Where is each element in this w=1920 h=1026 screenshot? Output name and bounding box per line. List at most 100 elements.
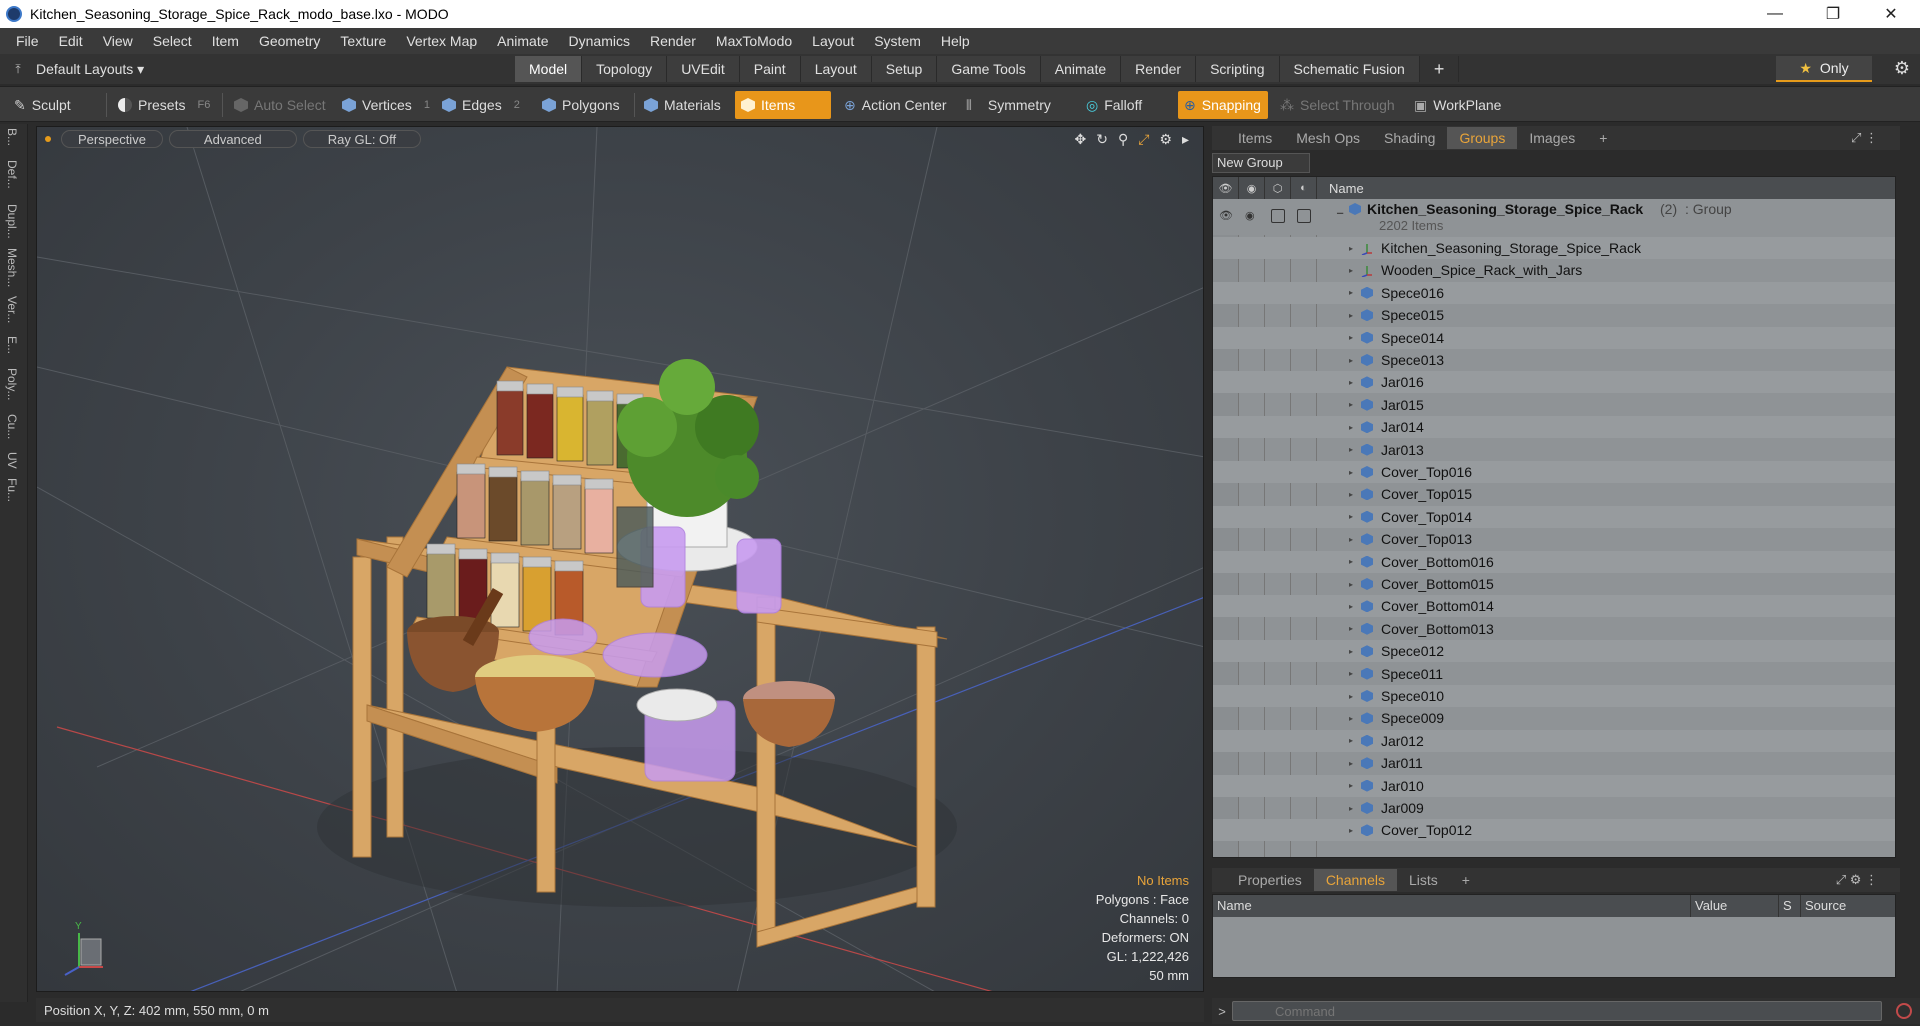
- menu-system[interactable]: System: [864, 33, 931, 49]
- list-item[interactable]: ▸ Jar016: [1213, 371, 1895, 394]
- symmetry-button[interactable]: ⫴ Symmetry: [960, 91, 1057, 119]
- menu-view[interactable]: View: [93, 33, 143, 49]
- command-input[interactable]: [1232, 1001, 1882, 1021]
- shading-dropdown[interactable]: Advanced: [168, 130, 297, 148]
- collapse-arrow-icon[interactable]: ▁: [1337, 205, 1343, 214]
- left-tab-4[interactable]: Ver...: [5, 296, 19, 323]
- list-item[interactable]: ▸ Cover_Bottom015: [1213, 573, 1895, 595]
- materials-button[interactable]: Materials: [638, 91, 727, 119]
- expand-arrow-icon[interactable]: ▸: [1349, 445, 1353, 454]
- menu-render[interactable]: Render: [640, 33, 706, 49]
- fit-view-icon[interactable]: ⤢: [1138, 131, 1149, 148]
- close-button[interactable]: ✕: [1862, 0, 1920, 28]
- expand-panel-icon[interactable]: ⤢ ⋮: [1839, 127, 1890, 149]
- add-lower-tab-button[interactable]: +: [1450, 869, 1482, 891]
- add-panel-tab-button[interactable]: +: [1587, 127, 1619, 149]
- visibility-col-icon[interactable]: 👁: [1213, 177, 1239, 199]
- expand-arrow-icon[interactable]: ▸: [1349, 826, 1353, 835]
- expand-arrow-icon[interactable]: ▸: [1349, 400, 1353, 409]
- list-item[interactable]: ▸ Cover_Bottom016: [1213, 550, 1895, 573]
- layout-tab-schematic-fusion[interactable]: Schematic Fusion: [1279, 56, 1420, 82]
- panel-tab-mesh-ops[interactable]: Mesh Ops: [1284, 127, 1372, 149]
- channel-col-value[interactable]: Value: [1691, 895, 1779, 917]
- expand-arrow-icon[interactable]: ▸: [1349, 580, 1353, 589]
- snapping-button[interactable]: ⊕ Snapping: [1178, 91, 1268, 119]
- layout-tab-scripting[interactable]: Scripting: [1196, 56, 1280, 82]
- list-item[interactable]: ▸ Spece009: [1213, 707, 1895, 729]
- list-item[interactable]: ▸ Spece011: [1213, 663, 1895, 685]
- channel-col-source[interactable]: Source: [1801, 895, 1895, 917]
- vertices-button[interactable]: Vertices 1: [336, 91, 436, 119]
- channel-col-s[interactable]: S: [1779, 895, 1801, 917]
- list-item[interactable]: ▸ Cover_Top012: [1213, 819, 1895, 842]
- list-item[interactable]: ▸ Jar012: [1213, 729, 1895, 752]
- rotate-view-icon[interactable]: ↻: [1096, 131, 1108, 148]
- only-toggle[interactable]: ★ Only: [1776, 56, 1872, 82]
- name-column-header[interactable]: Name: [1317, 181, 1364, 196]
- falloff-button[interactable]: ◎ Falloff: [1080, 91, 1148, 119]
- expand-arrow-icon[interactable]: ▸: [1349, 624, 1353, 633]
- list-item[interactable]: ▸ Cover_Top015: [1213, 483, 1895, 505]
- layout-tab-layout[interactable]: Layout: [800, 56, 872, 82]
- left-tab-7[interactable]: Cu...: [5, 414, 19, 439]
- auto-select-button[interactable]: Auto Select: [228, 91, 332, 119]
- layout-tab-paint[interactable]: Paint: [739, 56, 801, 82]
- record-icon[interactable]: [1896, 1003, 1912, 1019]
- list-item[interactable]: ▸ Spece013: [1213, 349, 1895, 371]
- gear-icon[interactable]: ⚙: [1894, 58, 1910, 79]
- group-visibility-icon[interactable]: 👁: [1219, 209, 1233, 222]
- expand-arrow-icon[interactable]: ▸: [1349, 781, 1353, 790]
- list-item[interactable]: ▸ Jar014: [1213, 416, 1895, 439]
- left-tab-3[interactable]: Mesh...: [5, 248, 19, 287]
- viewport-gear-icon[interactable]: ⚙: [1159, 131, 1172, 148]
- expand-arrow-icon[interactable]: ▸: [1349, 692, 1353, 701]
- layout-tab-model[interactable]: Model: [515, 56, 583, 82]
- menu-edit[interactable]: Edit: [49, 33, 93, 49]
- workplane-button[interactable]: ▣ WorkPlane: [1408, 91, 1507, 119]
- left-tab-6[interactable]: Poly...: [5, 368, 19, 400]
- channel-col-name[interactable]: Name: [1213, 895, 1691, 917]
- list-item[interactable]: ▸ Spece012: [1213, 640, 1895, 663]
- panel-tab-shading[interactable]: Shading: [1372, 127, 1447, 149]
- expand-arrow-icon[interactable]: ▸: [1349, 602, 1353, 611]
- list-item[interactable]: ▸ Cover_Bottom014: [1213, 595, 1895, 618]
- list-item[interactable]: ▸ Jar009: [1213, 797, 1895, 819]
- expand-arrow-icon[interactable]: ▸: [1349, 557, 1353, 566]
- menu-animate[interactable]: Animate: [487, 33, 558, 49]
- panel-tab-items[interactable]: Items: [1226, 127, 1284, 149]
- select-through-button[interactable]: ⁂ Select Through: [1274, 91, 1401, 119]
- list-item[interactable]: ▸ Cover_Top014: [1213, 505, 1895, 528]
- list-item[interactable]: ▸ Kitchen_Seasoning_Storage_Spice_Rack: [1213, 237, 1895, 259]
- layout-tab-topology[interactable]: Topology: [582, 56, 668, 82]
- left-tab-2[interactable]: Dupl...: [5, 204, 19, 239]
- layout-tab-setup[interactable]: Setup: [871, 56, 938, 82]
- expand-arrow-icon[interactable]: ▸: [1349, 759, 1353, 768]
- expand-arrow-icon[interactable]: ▸: [1349, 288, 1353, 297]
- action-center-button[interactable]: ⊕ Action Center: [838, 91, 953, 119]
- select-col-icon[interactable]: ◐: [1291, 177, 1317, 199]
- list-item[interactable]: ▸ Jar010: [1213, 774, 1895, 797]
- zoom-view-icon[interactable]: ⚲: [1118, 131, 1128, 148]
- layout-tab-game-tools[interactable]: Game Tools: [937, 56, 1041, 82]
- panel-tab-images[interactable]: Images: [1517, 127, 1587, 149]
- lower-expand-icon[interactable]: ⤢ ⚙ ⋮: [1824, 869, 1890, 891]
- list-item[interactable]: ▸ Wooden_Spice_Rack_with_Jars: [1213, 259, 1895, 281]
- expand-arrow-icon[interactable]: ▸: [1349, 535, 1353, 544]
- left-tab-0[interactable]: B...: [5, 128, 19, 146]
- polygons-button[interactable]: Polygons: [536, 91, 626, 119]
- expand-arrow-icon[interactable]: ▸: [1349, 669, 1353, 678]
- add-layout-tab-button[interactable]: +: [1420, 56, 1460, 82]
- expand-arrow-icon[interactable]: ▸: [1349, 512, 1353, 521]
- expand-arrow-icon[interactable]: ▸: [1349, 647, 1353, 656]
- menu-dynamics[interactable]: Dynamics: [559, 33, 640, 49]
- expand-arrow-icon[interactable]: ▸: [1349, 714, 1353, 723]
- list-item[interactable]: ▸ Spece014: [1213, 326, 1895, 349]
- minimize-button[interactable]: —: [1746, 0, 1804, 28]
- expand-arrow-icon[interactable]: ▸: [1349, 244, 1353, 253]
- group-row[interactable]: 👁 ◉ ▁ Kitchen_Seasoning_Storage_Spice_Ra…: [1213, 199, 1895, 235]
- expand-arrow-icon[interactable]: ▸: [1349, 423, 1353, 432]
- menu-maxtomodo[interactable]: MaxToModo: [706, 33, 802, 49]
- lower-tab-lists[interactable]: Lists: [1397, 869, 1450, 891]
- expand-arrow-icon[interactable]: ▸: [1349, 356, 1353, 365]
- edges-button[interactable]: Edges 2: [436, 91, 526, 119]
